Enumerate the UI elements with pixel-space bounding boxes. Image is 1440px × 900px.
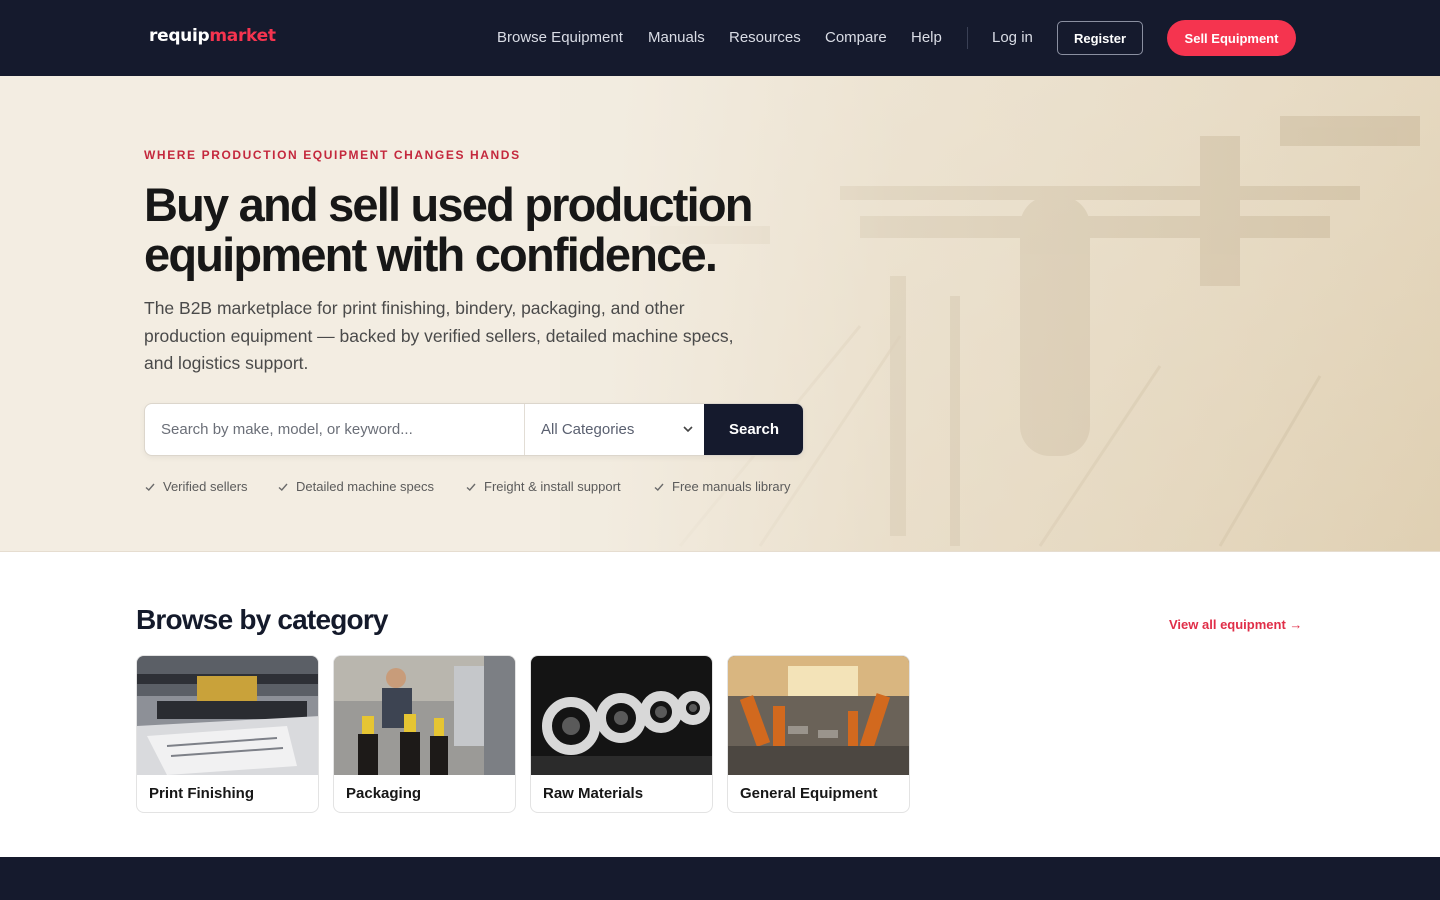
logo-text-accent: market [209,26,276,46]
category-card-packaging[interactable]: Packaging [333,655,516,813]
general-equipment-photo [728,656,909,775]
chevron-down-icon [683,426,693,433]
check-icon [654,483,664,491]
sell-equipment-button[interactable]: Sell Equipment [1167,20,1296,56]
footer-band [0,857,1440,900]
check-icon [466,483,476,491]
section-title: Browse by category [136,604,389,635]
category-label: Raw Materials [543,785,644,802]
category-select-value: All Categories [541,421,635,438]
nav-link-resources[interactable]: Resources [729,29,801,46]
logo[interactable]: requip market [149,26,276,46]
category-label: Packaging [346,785,422,802]
feature-item: Detailed machine specs [277,479,434,494]
hero-eyebrow: WHERE PRODUCTION EQUIPMENT CHANGES HANDS [144,148,521,162]
search-bar: All Categories Search [144,403,804,456]
feature-label: Freight & install support [484,479,621,494]
category-card-raw-materials[interactable]: Raw Materials [530,655,713,813]
nav-link-manuals[interactable]: Manuals [648,29,705,46]
nav-divider [967,27,968,49]
check-icon [145,483,155,491]
print-finishing-photo [137,656,318,775]
hero-section: WHERE PRODUCTION EQUIPMENT CHANGES HANDS… [0,76,1440,552]
category-label: General Equipment [740,785,878,802]
feature-label: Free manuals library [672,479,791,494]
category-label: Print Finishing [149,785,254,802]
search-input[interactable] [145,404,524,455]
register-button[interactable]: Register [1057,21,1143,55]
nav-link-browse-equipment[interactable]: Browse Equipment [497,29,623,46]
feature-item: Freight & install support [465,479,621,494]
hero-headline: Buy and sell used production equipment w… [144,178,753,281]
feature-label: Detailed machine specs [296,479,435,494]
raw-materials-photo [531,656,712,775]
category-card-print-finishing[interactable]: Print Finishing [136,655,319,813]
top-navigation: requip market Browse Equipment Manuals Re… [0,0,1440,76]
feature-label: Verified sellers [163,479,248,494]
search-button[interactable]: Search [704,404,803,455]
nav-link-help[interactable]: Help [911,29,942,46]
check-icon [278,483,288,491]
login-link[interactable]: Log in [992,29,1033,46]
logo-text-primary: requip [149,26,210,46]
category-select[interactable]: All Categories [524,404,704,455]
view-all-equipment-link[interactable]: View all equipment → [1169,617,1302,632]
nav-link-compare[interactable]: Compare [825,29,887,46]
feature-item: Free manuals library [653,479,791,494]
hero-subhead: The B2B marketplace for print finishing,… [144,298,734,373]
feature-item: Verified sellers [144,479,248,494]
packaging-photo [334,656,515,775]
category-card-general-equipment[interactable]: General Equipment [727,655,910,813]
